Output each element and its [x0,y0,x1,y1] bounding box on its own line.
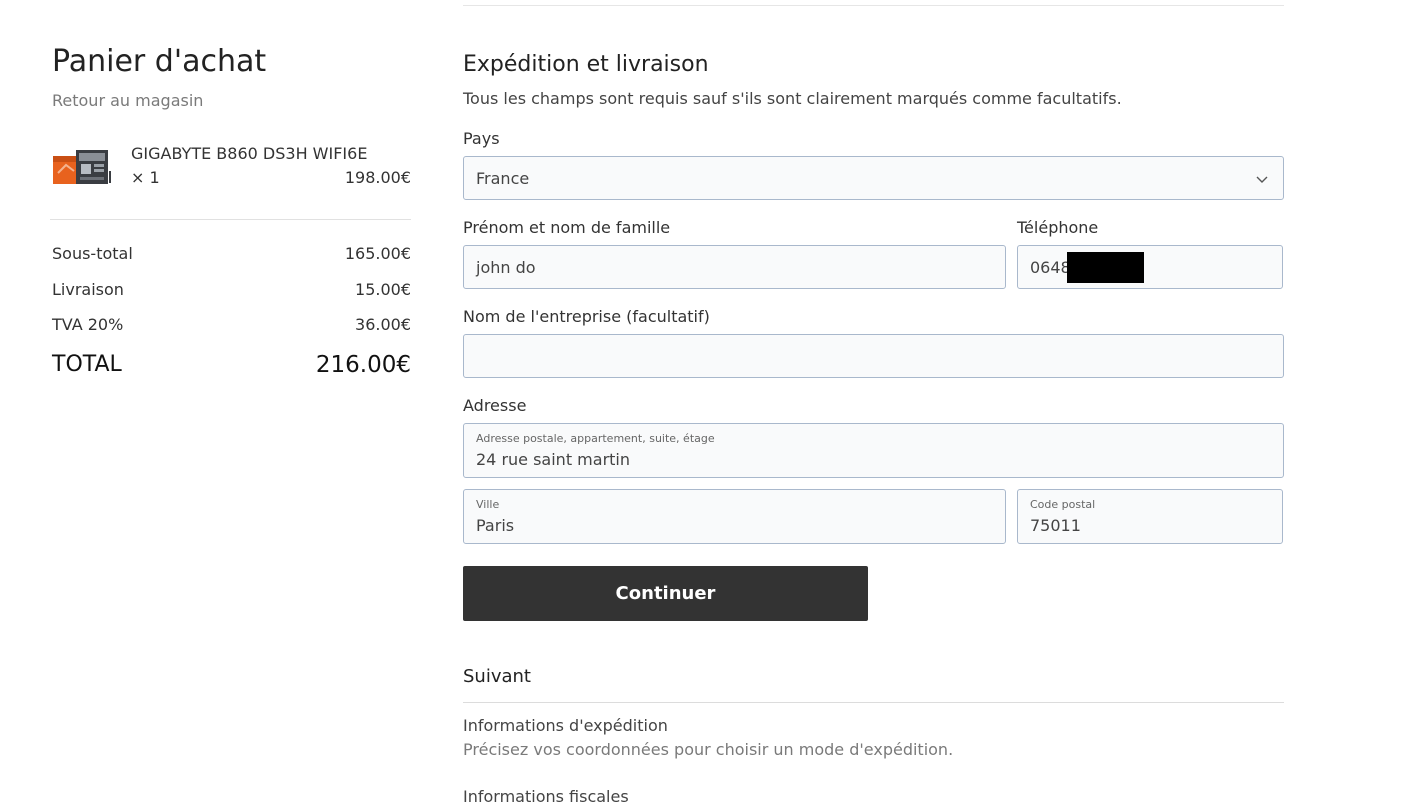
postal-code-input[interactable]: Code postal 75011 [1017,489,1283,544]
next-step-shipping-desc: Précisez vos coordonnées pour choisir un… [463,740,954,759]
vat-row: TVA 20% 36.00€ [52,315,411,337]
subtotal-value: 165.00€ [344,244,411,263]
subtotal-row: Sous-total 165.00€ [52,244,411,266]
continue-button[interactable]: Continuer [463,566,868,621]
street-address-hint: Adresse postale, appartement, suite, éta… [476,432,715,445]
full-name-value: john do [476,258,536,277]
checkout-page: Panier d'achat Retour au magasin GIGABYT… [0,0,1415,807]
subtotal-label: Sous-total [52,244,133,263]
company-input[interactable] [463,334,1284,378]
motherboard-product-image [53,150,111,184]
vat-value: 36.00€ [355,315,411,334]
product-price: 198.00€ [344,168,411,187]
shipping-row: Livraison 15.00€ [52,280,411,302]
city-input[interactable]: Ville Paris [463,489,1006,544]
city-hint: Ville [476,498,500,511]
street-address-value: 24 rue saint martin [476,450,631,469]
shipping-value: 15.00€ [355,280,411,299]
chevron-down-icon [1256,176,1268,183]
street-address-input[interactable]: Adresse postale, appartement, suite, éta… [463,423,1284,478]
top-divider [463,5,1284,6]
full-name-label: Prénom et nom de famille [463,218,671,237]
postal-code-value: 75011 [1030,516,1081,535]
shipping-label: Livraison [52,280,124,299]
phone-value: 0648 [1030,258,1071,277]
cart-title: Panier d'achat [52,44,267,79]
total-value: 216.00€ [315,352,411,378]
cart-divider [50,219,411,220]
total-row: TOTAL 216.00€ [52,352,411,382]
phone-input[interactable]: 0648 [1017,245,1283,289]
postal-code-hint: Code postal [1030,498,1096,511]
total-label: TOTAL [52,352,122,377]
full-name-input[interactable]: john do [463,245,1006,289]
address-label: Adresse [463,396,527,415]
redaction-box [1067,252,1144,283]
country-label: Pays [463,129,500,148]
phone-label: Téléphone [1017,218,1099,237]
product-quantity: × 1 [131,168,160,187]
country-select[interactable]: France [463,156,1284,200]
next-section-title: Suivant [463,666,531,687]
company-label: Nom de l'entreprise (facultatif) [463,307,710,326]
next-step-shipping-title: Informations d'expédition [463,716,668,735]
next-step-tax-title: Informations fiscales [463,787,629,806]
country-value: France [476,169,530,188]
product-name: GIGABYTE B860 DS3H WIFI6E [131,144,368,163]
back-to-store-link[interactable]: Retour au magasin [52,91,203,110]
city-value: Paris [476,516,515,535]
cart-item: GIGABYTE B860 DS3H WIFI6E × 1 198.00€ [52,144,411,192]
vat-label: TVA 20% [52,315,124,334]
next-divider [463,702,1284,703]
form-title: Expédition et livraison [463,52,709,77]
form-note: Tous les champs sont requis sauf s'ils s… [463,89,1122,108]
